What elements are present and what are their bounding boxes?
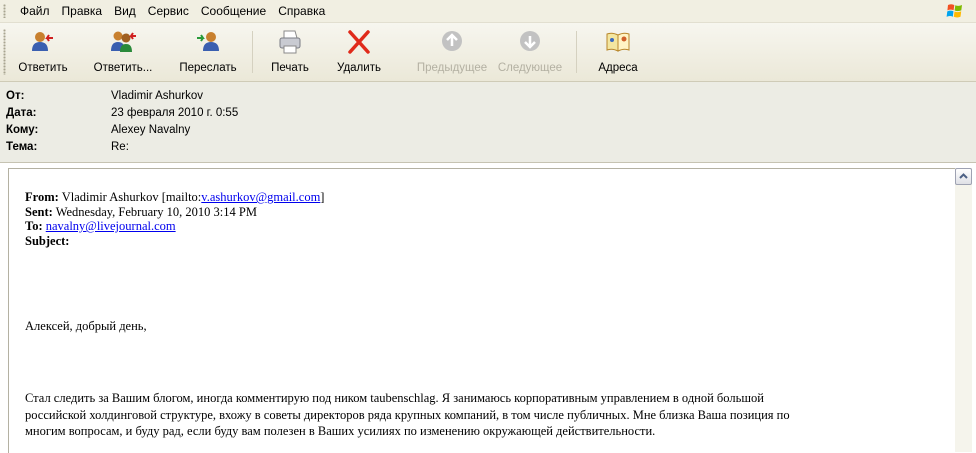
from-label: От: [6, 90, 25, 102]
chevron-up-icon [959, 173, 968, 179]
body-line: многим вопросам, и буду рад, если буду в… [25, 424, 656, 438]
toolbar: Ответить Ответить... Переслать Печать Уд… [0, 23, 976, 82]
quoted-header: From: Vladimir Ashurkov [mailto:v.ashurk… [25, 190, 324, 248]
menu-edit[interactable]: Правка [56, 0, 109, 22]
subject-label: Тема: [6, 141, 38, 153]
menu-view[interactable]: Вид [108, 0, 142, 22]
quoted-subject-label: Subject: [25, 233, 70, 248]
printer-icon [279, 30, 301, 54]
to-value: Alexey Navalny [111, 124, 191, 136]
greeting-text: Алексей, добрый день, [25, 319, 147, 333]
menu-file[interactable]: Файл [14, 0, 56, 22]
quoted-sent-value: Wednesday, February 10, 2010 3:14 PM [55, 204, 257, 219]
menu-help[interactable]: Справка [272, 0, 331, 22]
windows-logo-icon [946, 4, 962, 18]
address-book-label: Адреса [598, 62, 638, 74]
quoted-sent-line: Sent: Wednesday, February 10, 2010 3:14 … [25, 205, 324, 220]
previous-label: Предыдущее [416, 62, 488, 74]
scroll-up-button[interactable] [955, 168, 972, 185]
forward-button[interactable]: Переслать [168, 25, 248, 79]
print-label: Печать [271, 62, 309, 74]
quoted-to-email-link[interactable]: navalny@livejournal.com [46, 219, 176, 233]
quoted-from-close: ] [320, 190, 325, 204]
body-line: российской холдинговой структуре, вхожу … [25, 407, 790, 422]
reply-icon [32, 32, 53, 51]
quoted-from-text: Vladimir Ashurkov [mailto: [61, 190, 202, 204]
delete-button[interactable]: Удалить [326, 25, 392, 79]
previous-button[interactable]: Предыдущее [412, 25, 492, 79]
reply-all-label: Ответить... [93, 62, 153, 74]
reply-all-icon [111, 31, 136, 52]
menubar-grip[interactable] [3, 4, 6, 18]
quoted-to-label: To: [25, 219, 43, 233]
address-book-button[interactable]: Адреса [586, 25, 650, 79]
next-button[interactable]: Следующее [492, 25, 568, 79]
next-icon [520, 31, 540, 51]
menu-items: Файл Правка Вид Сервис Сообщение Справка [14, 0, 331, 22]
reply-label: Ответить [18, 62, 68, 74]
delete-icon [348, 30, 370, 54]
quoted-from-email-link[interactable]: v.ashurkov@gmail.com [201, 190, 320, 204]
body-line: Стал следить за Вашим блогом, иногда ком… [25, 391, 764, 405]
toolbar-separator [576, 31, 577, 73]
menu-bar: Файл Правка Вид Сервис Сообщение Справка [0, 0, 976, 23]
menu-tools[interactable]: Сервис [142, 0, 195, 22]
body-paragraph: Стал следить за Вашим блогом, иногда ком… [25, 390, 790, 440]
date-label: Дата: [6, 107, 37, 119]
print-button[interactable]: Печать [258, 25, 322, 79]
delete-label: Удалить [337, 62, 381, 74]
quoted-subject-line: Subject: [25, 234, 324, 249]
toolbar-grip[interactable] [3, 29, 6, 75]
previous-icon [442, 31, 462, 51]
message-headers: От: Vladimir Ashurkov Дата: 23 февраля 2… [0, 82, 976, 163]
quoted-sent-label: Sent: [25, 204, 53, 219]
quoted-to-line: To: navalny@livejournal.com [25, 219, 324, 234]
forward-icon [197, 32, 219, 51]
reply-button[interactable]: Ответить [8, 25, 78, 79]
subject-value: Re: [111, 141, 129, 153]
address-book-icon [606, 32, 630, 52]
date-value: 23 февраля 2010 г. 0:55 [111, 107, 239, 119]
forward-label: Переслать [179, 62, 237, 74]
menu-message[interactable]: Сообщение [195, 0, 272, 22]
from-value: Vladimir Ashurkov [111, 90, 204, 102]
quoted-from-label: From: [25, 190, 59, 204]
to-label: Кому: [6, 124, 39, 136]
next-label: Следующее [497, 62, 563, 74]
quoted-from-line: From: Vladimir Ashurkov [mailto:v.ashurk… [25, 190, 324, 205]
toolbar-separator [252, 31, 253, 73]
vertical-scrollbar[interactable] [955, 168, 972, 452]
reply-all-button[interactable]: Ответить... [80, 25, 166, 79]
